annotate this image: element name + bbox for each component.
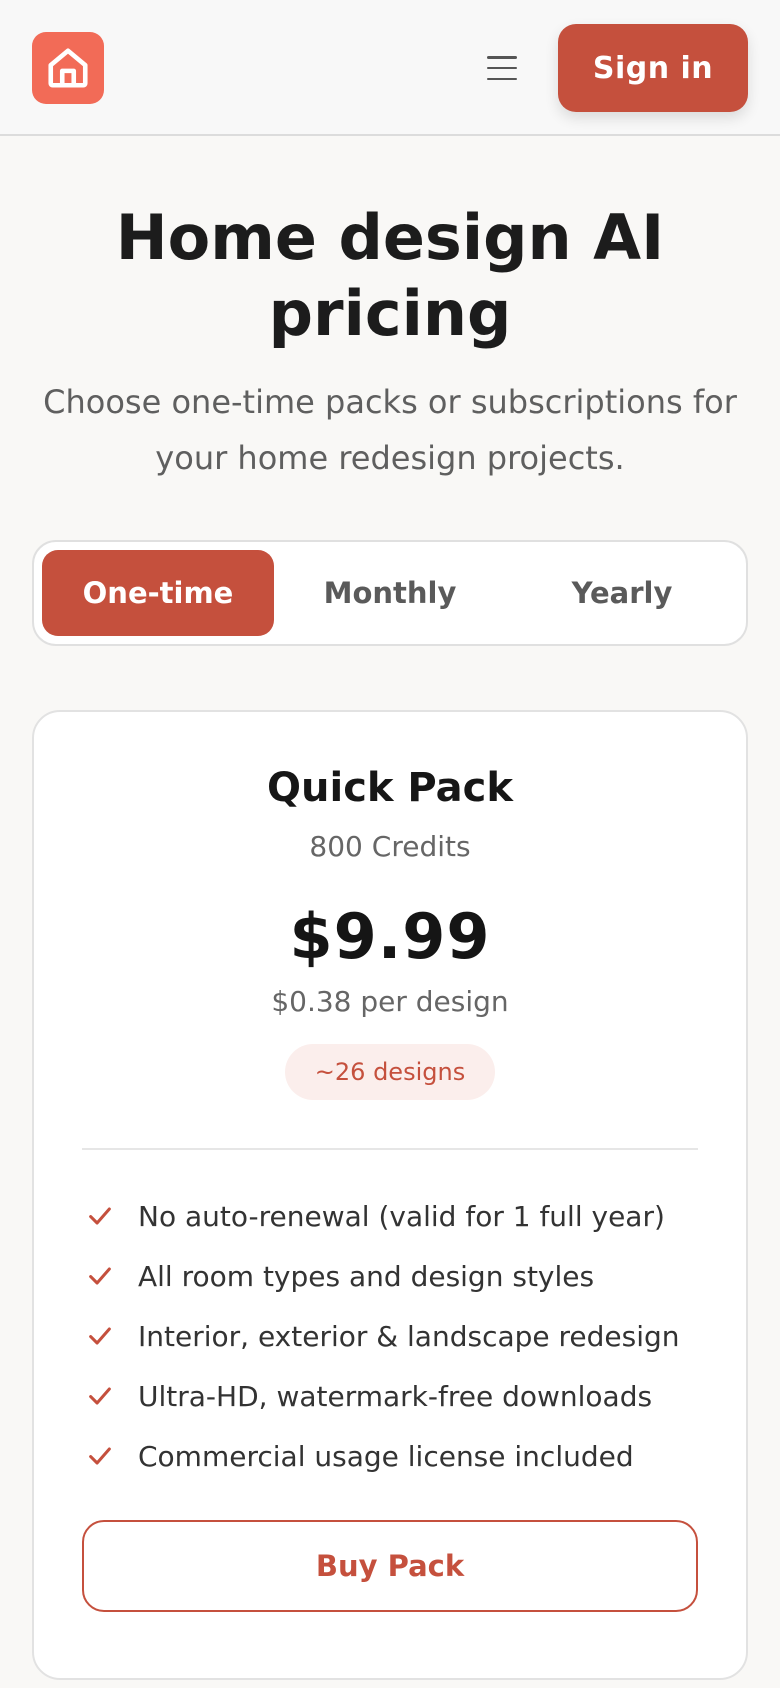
home-logo[interactable] xyxy=(32,32,104,104)
check-icon xyxy=(89,1267,111,1285)
feature-item: Interior, exterior & landscape redesign xyxy=(82,1306,698,1366)
check-icon xyxy=(89,1387,111,1405)
feature-item: Ultra-HD, watermark-free downloads xyxy=(82,1366,698,1426)
toggle-yearly[interactable]: Yearly xyxy=(506,550,738,636)
page-subtitle: Choose one-time packs or subscriptions f… xyxy=(43,383,737,477)
price-per-design: $0.38 per design xyxy=(271,985,509,1018)
top-header: Sign in xyxy=(0,0,780,136)
plan-credits: 800 Credits xyxy=(309,830,471,863)
check-icon xyxy=(89,1327,111,1345)
toggle-one-time[interactable]: One-time xyxy=(42,550,274,636)
feature-item: Commercial usage license included xyxy=(82,1426,698,1486)
feature-text: Ultra-HD, watermark-free downloads xyxy=(138,1379,653,1413)
buy-pack-button[interactable]: Buy Pack xyxy=(82,1520,698,1612)
feature-text: All room types and design styles xyxy=(138,1259,595,1293)
page-title: Home design AI pricing xyxy=(115,201,665,350)
pricing-card: Quick Pack 800 Credits $9.99 $0.38 per d… xyxy=(32,710,748,1680)
home-icon xyxy=(48,48,88,88)
feature-text: Interior, exterior & landscape redesign xyxy=(138,1319,680,1353)
sign-in-button[interactable]: Sign in xyxy=(558,24,748,112)
plan-name: Quick Pack xyxy=(267,765,513,811)
billing-toggle: One-time Monthly Yearly xyxy=(32,540,748,646)
designs-badge: ~26 designs xyxy=(284,1044,496,1100)
feature-text: Commercial usage license included xyxy=(138,1439,634,1473)
feature-text: No auto-renewal (valid for 1 full year) xyxy=(138,1199,665,1233)
check-icon xyxy=(89,1207,111,1225)
feature-list: No auto-renewal (valid for 1 full year) … xyxy=(82,1186,698,1486)
check-icon xyxy=(89,1447,111,1465)
feature-item: All room types and design styles xyxy=(82,1246,698,1306)
divider xyxy=(82,1148,698,1150)
feature-item: No auto-renewal (valid for 1 full year) xyxy=(82,1186,698,1246)
plan-price: $9.99 xyxy=(289,900,491,973)
hamburger-menu-icon[interactable] xyxy=(484,52,520,84)
toggle-monthly[interactable]: Monthly xyxy=(274,550,506,636)
